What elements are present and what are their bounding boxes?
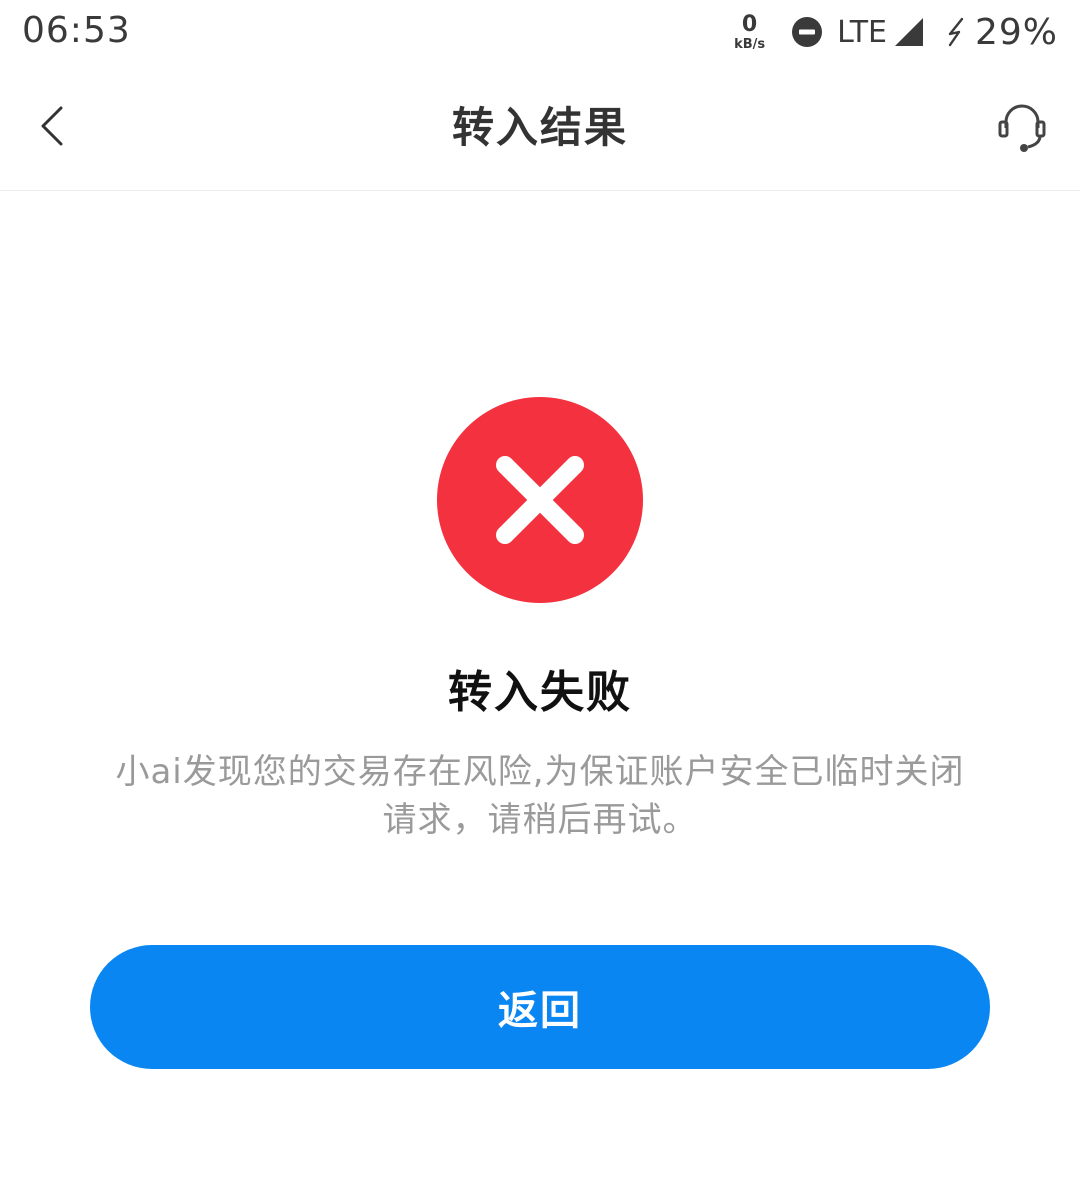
customer-service-button[interactable] bbox=[992, 98, 1052, 158]
return-button[interactable]: 返回 bbox=[90, 945, 990, 1069]
charging-icon bbox=[948, 17, 964, 47]
status-bar: 06:53 0 kB/s LTE 29% bbox=[0, 0, 1080, 64]
network-type: LTE bbox=[837, 14, 887, 50]
error-x-icon bbox=[496, 456, 584, 544]
error-icon bbox=[437, 397, 643, 603]
nav-bar: 转入结果 bbox=[0, 64, 1080, 191]
headset-icon bbox=[998, 104, 1046, 152]
network-speed-value: 0 bbox=[741, 11, 758, 37]
back-button[interactable] bbox=[22, 94, 82, 158]
battery-level: 29% bbox=[974, 11, 1058, 53]
network-speed-unit: kB/s bbox=[734, 36, 766, 52]
chevron-left-icon bbox=[41, 106, 63, 146]
result-description: 小ai发现您的交易存在风险,为保证账户安全已临时关闭请求，请稍后再试。 bbox=[115, 752, 965, 840]
network-speed: 0 kB/s bbox=[734, 11, 766, 52]
page-title: 转入结果 bbox=[451, 103, 628, 152]
result-title: 转入失败 bbox=[448, 667, 632, 718]
status-time: 06:53 bbox=[22, 10, 131, 51]
dnd-icon bbox=[792, 17, 823, 47]
status-indicators: 0 kB/s LTE 29% bbox=[734, 8, 1058, 56]
signal-icon bbox=[894, 18, 923, 46]
